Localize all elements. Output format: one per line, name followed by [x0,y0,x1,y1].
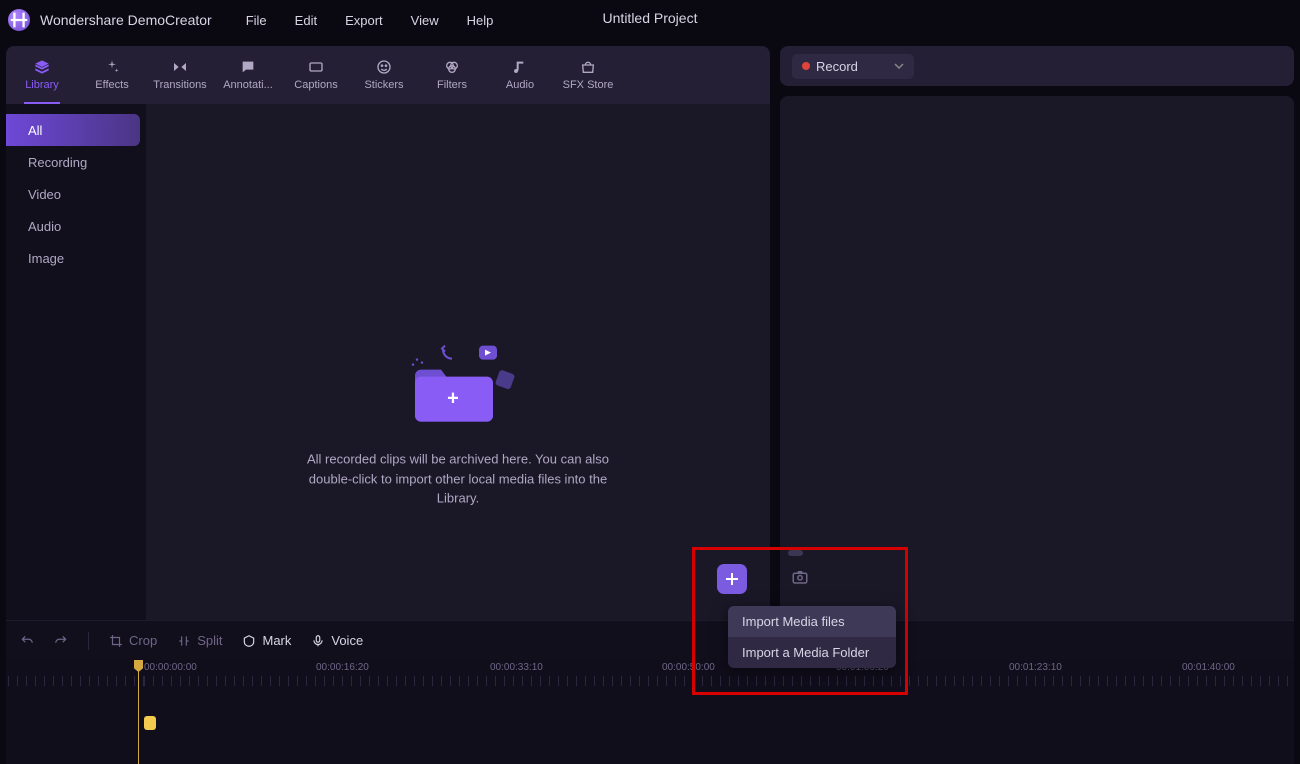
menu-bar: File Edit Export View Help [246,13,494,28]
tab-label: Captions [294,79,337,91]
tab-captions[interactable]: Captions [282,46,350,104]
import-media-files[interactable]: Import Media files [728,606,896,637]
tab-label: Audio [506,79,534,91]
note-icon [512,59,528,75]
tab-library[interactable]: Library [6,46,78,104]
plus-icon [725,572,739,586]
tab-label: Transitions [153,79,206,91]
tab-effects[interactable]: Effects [78,46,146,104]
sidebar-item-image[interactable]: Image [6,242,140,274]
timeline[interactable]: 00:00:00:00 00:00:16:20 00:00:33:10 00:0… [6,660,1294,764]
import-media-folder[interactable]: Import a Media Folder [728,637,896,668]
sidebar-item-all[interactable]: All [6,114,140,146]
mark-button[interactable]: Mark [242,633,291,648]
mark-icon [242,634,256,648]
timeline-ruler[interactable]: 00:00:00:00 00:00:16:20 00:00:33:10 00:0… [6,660,1294,686]
sidebar-item-recording[interactable]: Recording [6,146,140,178]
snapshot-button[interactable] [791,568,809,589]
svg-text:+: + [447,388,459,410]
ruler-mark: 00:00:16:20 [316,662,369,673]
timeline-clip[interactable] [144,716,156,730]
record-button[interactable]: Record [792,54,914,79]
menu-view[interactable]: View [411,13,439,28]
menu-export[interactable]: Export [345,13,383,28]
layers-icon [34,59,50,75]
sidebar-item-video[interactable]: Video [6,178,140,210]
split-button[interactable]: Split [177,633,222,648]
undo-button[interactable] [20,634,34,648]
tab-label: SFX Store [563,79,614,91]
ruler-mark: 00:00:00:00 [144,662,197,673]
import-highlight-box: Import Media files Import a Media Folder [692,547,908,695]
tab-label: Filters [437,79,467,91]
tool-tabs: Library Effects Transitions Annotati... … [6,46,770,104]
ruler-mark: 00:00:33:10 [490,662,543,673]
crop-icon [109,634,123,648]
title-bar: Wondershare DemoCreator File Edit Export… [0,0,1300,40]
app-name: Wondershare DemoCreator [40,12,212,28]
tab-filters[interactable]: Filters [418,46,486,104]
menu-file[interactable]: File [246,13,267,28]
add-media-button[interactable] [717,564,747,594]
mic-icon [311,634,325,648]
record-dot-icon [802,62,810,70]
smiley-icon [376,59,392,75]
tab-transitions[interactable]: Transitions [146,46,214,104]
comment-icon [240,59,256,75]
tab-annotations[interactable]: Annotati... [214,46,282,104]
bowtie-icon [172,59,188,75]
undo-icon [20,634,34,648]
ruler-mark: 00:01:23:10 [1009,662,1062,673]
tab-label: Effects [95,79,128,91]
tab-stickers[interactable]: Stickers [350,46,418,104]
record-label: Record [816,59,858,74]
store-icon [580,59,596,75]
cc-icon [308,59,324,75]
library-placeholder-text: All recorded clips will be archived here… [302,450,614,509]
tab-label: Library [25,79,59,91]
sparkle-icon [104,59,120,75]
app-logo-icon [8,9,30,31]
redo-icon [54,634,68,648]
timeline-toolbar: Crop Split Mark Voice [6,620,1294,660]
menu-help[interactable]: Help [467,13,494,28]
tab-label: Annotati... [223,79,273,91]
tab-audio[interactable]: Audio [486,46,554,104]
crop-button[interactable]: Crop [109,633,157,648]
record-bar: Record [780,46,1294,86]
sidebar-item-audio[interactable]: Audio [6,210,140,242]
import-folder-icon: + [393,332,523,432]
tab-sfx-store[interactable]: SFX Store [554,46,622,104]
chevron-down-icon [894,61,904,71]
voice-button[interactable]: Voice [311,633,363,648]
tab-label: Stickers [364,79,403,91]
menu-edit[interactable]: Edit [295,13,317,28]
filters-icon [444,59,460,75]
import-context-menu: Import Media files Import a Media Folder [728,606,896,668]
scrub-handle[interactable] [788,550,803,556]
ruler-mark: 00:01:40:00 [1182,662,1235,673]
redo-button[interactable] [54,634,68,648]
library-empty-state: + All recorded clips will be archived he… [302,332,614,509]
timeline-playhead[interactable] [138,660,139,764]
split-icon [177,634,191,648]
camera-icon [791,568,809,586]
timeline-tracks[interactable] [6,686,1294,746]
